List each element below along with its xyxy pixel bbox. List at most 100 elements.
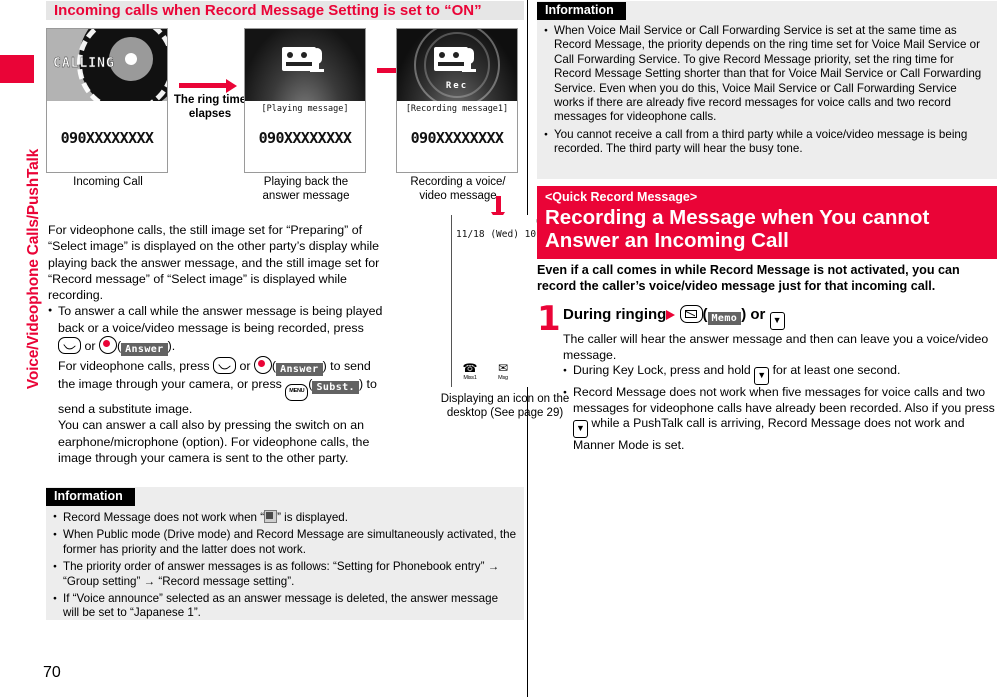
screen-status-text: [Playing message] xyxy=(261,104,349,114)
microphone-icon xyxy=(310,48,324,72)
bullet-text-answer-end: ). xyxy=(167,339,176,354)
chapter-label: Voice/Videophone Calls/PushTalk xyxy=(25,148,42,390)
playing-artwork xyxy=(245,29,365,101)
body-text: For videophone calls, the still image se… xyxy=(48,222,390,466)
screen-image-recording: Rec xyxy=(397,29,517,101)
tape-recorder-icon xyxy=(434,47,480,72)
screen-image-calling: CALLING xyxy=(47,29,167,101)
screen-caption: Incoming Call xyxy=(73,176,143,188)
menu-key-icon: MENU xyxy=(285,384,309,402)
information-header-right: Information xyxy=(537,2,626,20)
ok-key-icon xyxy=(253,356,272,375)
arrow-bar xyxy=(179,83,227,88)
rec-indicator-text: Rec xyxy=(445,81,469,91)
bullet-a: During Key Lock, press and hold xyxy=(573,363,751,378)
microphone-icon xyxy=(462,48,476,72)
information-list-right: When Voice Mail Service or Call Forwardi… xyxy=(537,20,997,166)
screen-frame: [Playing message] 090XXXXXXXX xyxy=(244,28,366,173)
message-label: Msg xyxy=(498,375,508,381)
red-triangle-icon xyxy=(666,310,676,320)
screen-caption: Recording a voice/ video message xyxy=(410,176,506,202)
calling-artwork: CALLING xyxy=(47,29,167,101)
bullet-text-answer-a: To answer a call while the answer messag… xyxy=(58,304,383,335)
sub-paragraph-videophone-answer: For videophone calls, press or (Answer) … xyxy=(58,356,390,417)
bullet-b: for at least one second. xyxy=(772,363,901,378)
step-number: 1 xyxy=(537,299,561,339)
information-item: You cannot receive a call from a third p… xyxy=(544,128,990,157)
step-bullets: During Key Lock, press and hold ▼ for at… xyxy=(563,363,997,454)
tape-body xyxy=(434,47,468,71)
information-box-right: Information When Voice Mail Service or C… xyxy=(537,1,997,179)
down-key-icon: ▼ xyxy=(769,312,785,330)
desktop-icon-missed-call: ☎ Miss1 xyxy=(458,361,482,381)
recording-artwork: Rec xyxy=(397,29,517,101)
step-bullet-key-lock: During Key Lock, press and hold ▼ for at… xyxy=(563,363,997,386)
screen-image-playing xyxy=(245,29,365,101)
b2-or: or xyxy=(239,359,251,374)
section-heading: Recording a Message when You cannot Answ… xyxy=(537,204,997,259)
information-list-left: Record Message does not work when “ ” is … xyxy=(46,506,524,630)
softkey-memo: Memo xyxy=(707,312,742,325)
bullet-answer-call: To answer a call while the answer messag… xyxy=(48,303,390,466)
mail-key-icon xyxy=(679,305,703,323)
call-key-icon xyxy=(58,337,81,355)
tape-body xyxy=(282,47,316,71)
page-number: 70 xyxy=(43,664,61,681)
bullet-b: while a PushTalk call is arriving, Recor… xyxy=(573,416,965,453)
call-key-icon xyxy=(212,357,236,375)
phone-screens-row: CALLING 090XXXXXXXX Incoming Call The ri… xyxy=(46,28,526,202)
screen-phone-number: 090XXXXXXXX xyxy=(410,129,504,147)
section-title: Incoming calls when Record Message Setti… xyxy=(46,1,524,20)
info-text-pre: Record Message does not work when “ xyxy=(63,511,265,524)
screen-frame: Rec [Recording message1] 090XXXXXXXX xyxy=(396,28,518,173)
calling-text: CALLING xyxy=(53,56,115,71)
b2-a: For videophone calls, press xyxy=(58,359,210,374)
screen-status-text: [Recording message1] xyxy=(405,104,509,114)
step-1: 1 During ringing (Memo) or ▼ The caller … xyxy=(537,299,997,454)
softkey-answer-2: Answer xyxy=(276,363,323,377)
chapter-sidebar: Voice/Videophone Calls/PushTalk xyxy=(0,0,42,697)
no-record-icon xyxy=(264,510,278,523)
information-item: Record Message does not work when “ ” is … xyxy=(53,510,517,525)
bullet-or-1: or xyxy=(84,339,96,354)
step-heading-text: During ringing xyxy=(563,306,667,323)
phone-screen-recording-message: Rec [Recording message1] 090XXXXXXXX Rec… xyxy=(396,28,518,203)
softkey-answer-1: Answer xyxy=(121,343,168,357)
information-item: If “Voice announce” selected as an answe… xyxy=(53,592,517,621)
bullet-a: Record Message does not work when five m… xyxy=(573,385,995,415)
paragraph-videophone-still-image: For videophone calls, the still image se… xyxy=(48,223,380,303)
arrow-head xyxy=(226,78,237,93)
information-item: When Public mode (Drive mode) and Record… xyxy=(53,528,517,557)
screen-frame: CALLING 090XXXXXXXX xyxy=(46,28,168,173)
step-heading-or: ) or xyxy=(741,306,766,323)
screen-phone-number: 090XXXXXXXX xyxy=(60,129,154,147)
phone-screen-playing-message: [Playing message] 090XXXXXXXX Playing ba… xyxy=(244,28,366,203)
section-lead-text: Even if a call comes in while Record Mes… xyxy=(537,263,960,293)
information-box-left: Information Record Message does not work… xyxy=(46,487,524,620)
ok-key-icon xyxy=(98,336,117,355)
tape-recorder-icon xyxy=(282,47,328,72)
message-icon: ✉ xyxy=(497,361,509,375)
information-header-left: Information xyxy=(46,488,135,506)
desktop-icon-message: ✉ Msg xyxy=(491,361,515,381)
missed-call-icon: ☎ xyxy=(462,361,478,375)
screen-phone-number: 090XXXXXXXX xyxy=(258,129,352,147)
step-heading: During ringing (Memo) or ▼ xyxy=(563,304,997,330)
information-item: The priority order of answer messages is… xyxy=(53,560,517,589)
step-bullet-limits: Record Message does not work when five m… xyxy=(563,385,997,454)
section-kicker: <Quick Record Message> xyxy=(537,186,997,205)
down-key-icon: ▼ xyxy=(573,420,588,439)
step-description: The caller will hear the answer message … xyxy=(563,332,989,362)
screen-status-text xyxy=(47,101,167,117)
desktop-screen-frame: ■▫ 11/18 (Wed) 10:00 ☎ Miss1 ✉ Msg xyxy=(451,215,553,387)
chapter-tab-marker xyxy=(0,55,34,83)
right-column: Information When Voice Mail Service or C… xyxy=(537,0,997,697)
desktop-icon-row: ☎ Miss1 ✉ Msg xyxy=(458,361,515,381)
phone-screen-incoming-call: CALLING 090XXXXXXXX Incoming Call xyxy=(46,28,168,190)
down-key-icon: ▼ xyxy=(754,367,770,386)
softkey-subst: Subst. xyxy=(312,381,359,395)
manual-page: Voice/Videophone Calls/PushTalk Incoming… xyxy=(0,0,1003,697)
info-text-post: ” is displayed. xyxy=(277,511,348,524)
missed-call-label: Miss1 xyxy=(463,375,477,381)
screen-caption: Playing back the answer message xyxy=(262,176,350,202)
